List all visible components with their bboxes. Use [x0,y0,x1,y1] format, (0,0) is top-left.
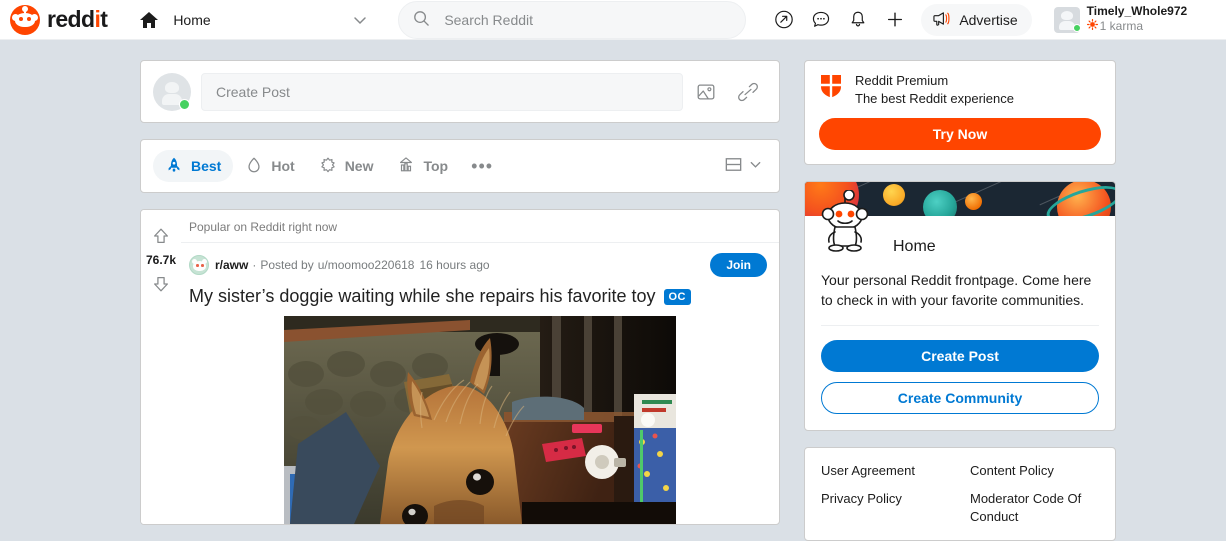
link-icon[interactable] [729,73,767,111]
header-icon-group [768,4,911,36]
reddit-snoo-logo-icon [10,4,40,35]
subreddit-link[interactable]: r/aww [215,258,248,272]
sort-tab-top[interactable]: Top [385,150,460,182]
page-content: Best Hot New Top ••• [0,40,1226,541]
post-title-text: My sister’s doggie waiting while she rep… [189,286,656,306]
bar-chart-icon [397,156,415,177]
karma-label: 1 karma [1086,18,1188,34]
downvote-button[interactable] [149,272,173,296]
card-view-icon [723,154,744,178]
home-info-card: Home Your personal Reddit frontpage. Com… [804,181,1116,431]
create-community-button[interactable]: Create Community [821,381,1099,414]
top-navbar: reddit Home Search Reddit Advertise Time… [0,0,1226,40]
footer-link-moderator-code-of-conduct[interactable]: Moderator Code Of Conduct [970,490,1099,526]
reddit-premium-card: Reddit Premium The best Reddit experienc… [804,60,1116,165]
footer-link-privacy-policy[interactable]: Privacy Policy [821,490,966,526]
sort-tab-label: Top [423,158,449,174]
home-icon [139,11,159,29]
reddit-wordmark: reddit [47,6,108,32]
sidebar-column: Reddit Premium The best Reddit experienc… [804,60,1116,541]
image-icon[interactable] [687,73,725,111]
sort-tab-label: Hot [271,158,295,174]
search-bar[interactable] [398,0,747,39]
aww-subreddit-avatar-icon [189,255,209,275]
sparkle-icon [319,156,337,177]
reddit-premium-shield-icon [819,73,843,102]
view-mode-selector[interactable] [719,150,767,182]
sort-tab-label: Best [191,158,222,174]
home-card-description: Your personal Reddit frontpage. Come her… [821,272,1092,309]
main-feed-column: Best Hot New Top ••• [140,60,780,526]
create-post-bar [140,60,780,123]
upvote-button[interactable] [149,224,173,248]
create-icon[interactable] [879,4,911,36]
footer-links-card: User Agreement Content Policy Privacy Po… [804,446,1116,541]
meta-separator: · [252,258,257,272]
post-body: Popular on Reddit right now r/aww · Post… [181,210,779,525]
footer-link-user-agreement[interactable]: User Agreement [821,462,966,480]
footer-link-content-policy[interactable]: Content Policy [970,462,1099,480]
create-post-button[interactable]: Create Post [821,339,1099,372]
vote-column: 76.7k [141,210,181,525]
community-dropdown[interactable]: Home [131,2,376,38]
notifications-icon[interactable] [842,4,874,36]
user-menu[interactable]: Timely_Whole972 1 karma [1050,3,1192,36]
sort-more-options-button[interactable]: ••• [466,150,498,182]
advertise-label: Advertise [959,11,1018,28]
chevron-down-icon [352,12,368,28]
post-image[interactable] [284,316,676,525]
megaphone-icon [932,10,951,30]
community-dropdown-label: Home [173,11,211,28]
avatar [1053,6,1081,33]
post-timestamp: 16 hours ago [419,258,490,272]
username-label: Timely_Whole972 [1086,4,1188,19]
sort-tab-hot[interactable]: Hot [233,150,306,182]
premium-subtitle: The best Reddit experience [855,91,1014,106]
sort-tab-label: New [344,158,374,174]
popular-icon[interactable] [768,4,800,36]
advertise-button[interactable]: Advertise [921,3,1032,36]
premium-title: Reddit Premium [855,73,949,88]
online-status-dot [1072,23,1081,32]
post-card: 76.7k Popular on Reddit right now r/aww … [140,209,780,526]
snoo-mascot-icon [819,189,871,252]
oc-badge: OC [663,288,691,305]
vote-score: 76.7k [145,253,177,267]
chevron-down-icon [748,157,763,175]
search-input[interactable] [442,10,728,29]
reddit-logo-link[interactable]: reddit [10,4,108,35]
divider [821,324,1099,326]
post-banner-label: Popular on Reddit right now [181,210,779,243]
post-title[interactable]: My sister’s doggie waiting while she rep… [181,277,779,316]
join-button[interactable]: Join [710,253,767,277]
post-author-link[interactable]: u/moomoo220618 [318,258,415,272]
create-post-input[interactable] [201,72,683,111]
post-meta: r/aww · Posted by u/moomoo220618 16 hour… [181,243,779,277]
posted-by-label: Posted by [260,258,314,272]
avatar [153,72,191,111]
feed-sort-bar: Best Hot New Top ••• [140,139,780,193]
karma-sun-icon [1086,18,1098,34]
try-now-button[interactable]: Try Now [819,118,1101,150]
search-icon [413,10,430,30]
chat-icon[interactable] [805,4,837,36]
sort-tab-new[interactable]: New [307,150,386,182]
rocket-icon [165,156,183,177]
flame-icon [245,156,263,177]
sort-tab-best[interactable]: Best [153,150,234,182]
online-status-dot [179,98,190,110]
